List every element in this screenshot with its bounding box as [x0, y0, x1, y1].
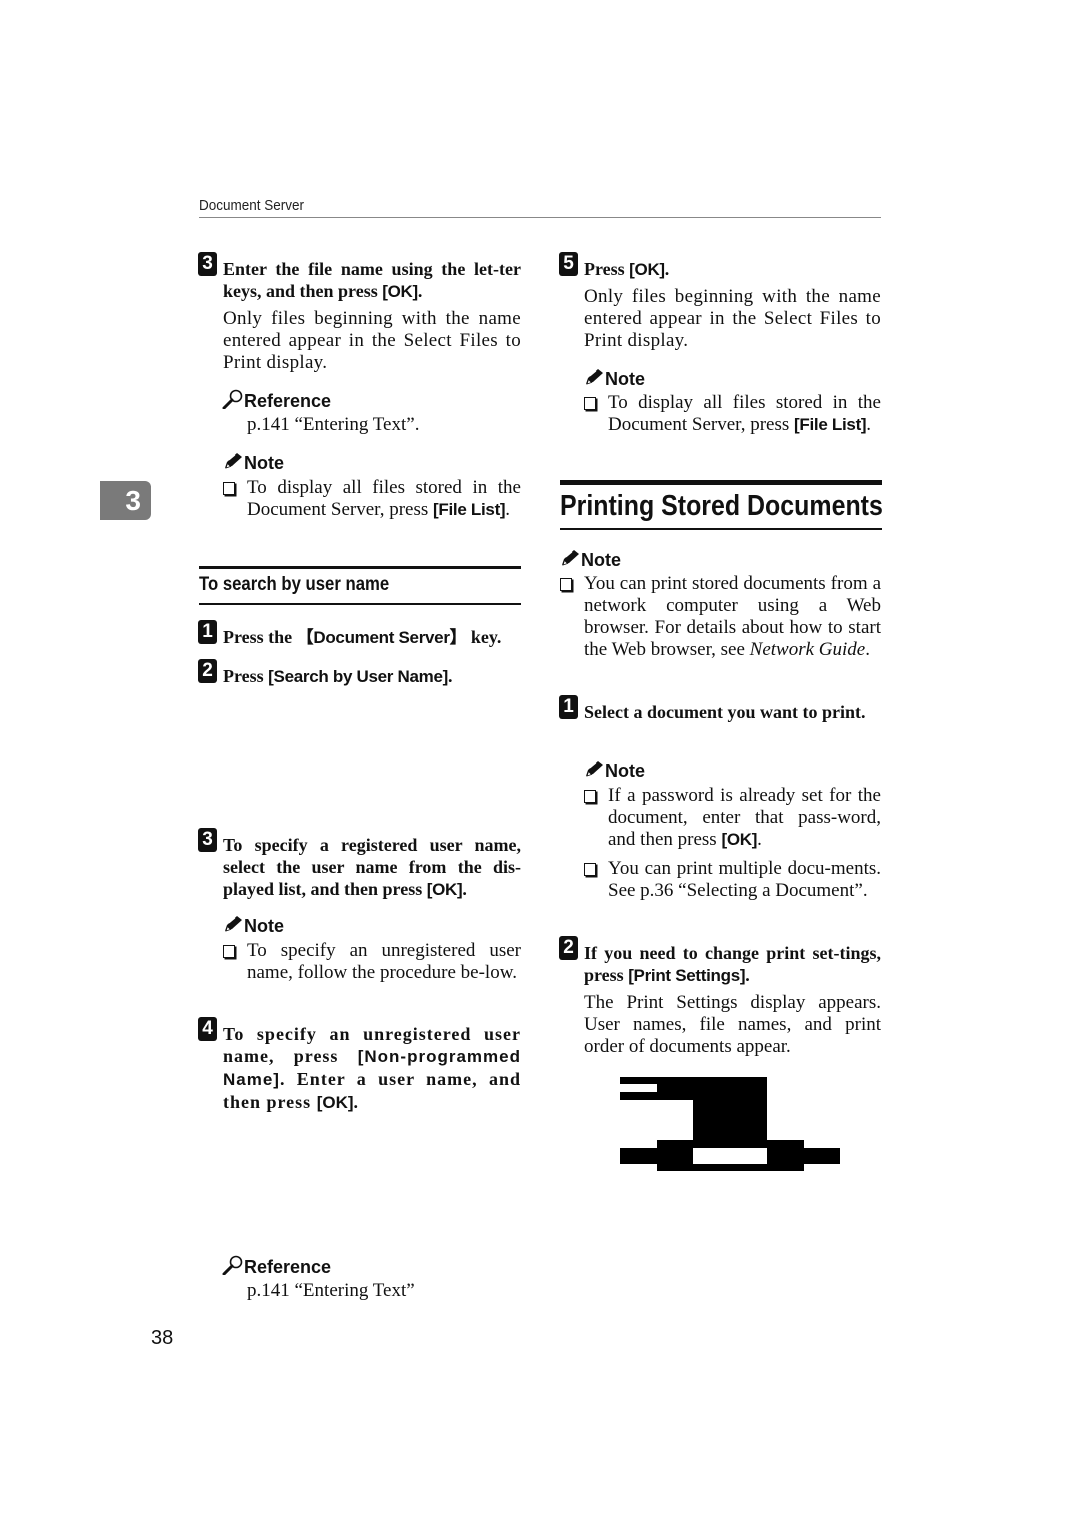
step-number-badge: 3 [198, 828, 217, 852]
reference-link[interactable]: p.141 “Entering Text”. [247, 414, 419, 436]
magnifier-icon [222, 389, 244, 414]
note-bullet: You can print multiple docu-ments. See p… [584, 858, 881, 902]
reference-label-text: Reference [244, 1257, 332, 1277]
running-header: Document Server [199, 197, 305, 214]
checkbox-bullet-icon [584, 863, 596, 876]
note-label-text: Note [244, 916, 284, 936]
note-bullet: If a password is already set for the doc… [584, 785, 881, 851]
step-5-body: Only files beginning with the name enter… [584, 286, 881, 351]
section-top-rule [560, 480, 882, 485]
sub-step-2: 2 Press [Search by User Name]. [198, 659, 521, 688]
section-title: Printing Stored Documents [560, 490, 883, 522]
checkbox-bullet-icon [584, 790, 596, 803]
note-punct: . [505, 499, 511, 520]
step-text: To specify a registered user name, selec… [223, 835, 521, 899]
note-label: Note [583, 759, 645, 784]
file-list-key-label: [File List] [433, 500, 506, 519]
note-label-text: Note [244, 453, 284, 473]
step-number-badge: 2 [559, 936, 578, 960]
note-text: You can print multiple docu-ments. See p… [608, 858, 881, 901]
ok-key-label: [OK] [382, 282, 418, 301]
pencil-icon [583, 759, 605, 784]
step-number-badge: 2 [198, 659, 217, 683]
note-bullet: To display all files stored in the Docum… [223, 477, 521, 521]
pencil-icon [583, 367, 605, 392]
note-label: Note [559, 548, 621, 573]
ok-key-label: [OK] [426, 880, 463, 899]
step-2-body: The Print Settings display appears. User… [584, 992, 881, 1057]
step-punct: . [664, 259, 670, 279]
step-punct: . [745, 965, 750, 985]
sub-step-3: 3 To specify a registered user name, sel… [198, 828, 521, 901]
subsection-bottom-rule [199, 603, 521, 605]
note-label-text: Note [605, 761, 645, 781]
note-text: To specify an unregistered user name, fo… [247, 940, 521, 983]
step-text-after: key. [466, 627, 502, 647]
pencil-icon [222, 451, 244, 476]
checkbox-bullet-icon [584, 397, 596, 410]
note-bullet: To specify an unregistered user name, fo… [223, 940, 521, 984]
subsection-top-rule [199, 566, 521, 569]
step-number-badge: 1 [559, 695, 578, 719]
step-text: Select a document you want to print. [584, 702, 866, 722]
note-label: Note [222, 451, 284, 476]
checkbox-bullet-icon [223, 945, 235, 958]
step-number-badge: 5 [559, 252, 578, 276]
network-guide-reference[interactable]: Network Guide [750, 639, 866, 660]
pencil-icon [559, 548, 581, 573]
figure-gap-top [620, 1084, 657, 1092]
step-punct: . [353, 1092, 360, 1112]
reference-label: Reference [222, 1255, 331, 1280]
step-1-select-document: 1 Select a document you want to print. [559, 695, 881, 723]
reference-label: Reference [222, 389, 331, 414]
print-settings-key-label: [Print Settings] [628, 966, 746, 985]
figure-gap-bottom [693, 1148, 767, 1164]
document-server-key-label: 【Document Server】 [296, 628, 467, 647]
note-label: Note [583, 367, 645, 392]
section-bottom-rule [560, 528, 882, 530]
sub-step-4: 4 To specify an unregistered user name, … [198, 1017, 521, 1114]
note-bullet: You can print stored documents from a ne… [560, 573, 881, 661]
step-number-badge: 4 [198, 1017, 217, 1041]
note-punct: . [865, 639, 870, 660]
page-number: 38 [151, 1327, 174, 1349]
step-number-badge: 1 [198, 620, 217, 644]
header-rule [199, 217, 881, 218]
figure-block-middle [693, 1100, 767, 1140]
subsection-title: To search by user name [199, 574, 390, 595]
note-label: Note [222, 914, 284, 939]
step-text: Enter the file name using the let-ter ke… [223, 259, 521, 301]
search-by-user-name-key-label: [Search by User Name] [268, 667, 449, 686]
ok-key-label: [OK] [721, 830, 758, 849]
sub-step-1: 1 Press the 【Document Server】 key. [198, 620, 521, 649]
reference-label-text: Reference [244, 391, 332, 411]
checkbox-bullet-icon [560, 578, 572, 591]
step-3-body: Only files beginning with the name enter… [223, 308, 521, 373]
step-3-enter-file-name: 3 Enter the file name using the let-ter … [198, 252, 521, 303]
screen-illustration [620, 1077, 840, 1171]
step-2-print-settings: 2 If you need to change print set-tings,… [559, 936, 881, 987]
note-bullet: To display all files stored in the Docum… [584, 392, 881, 436]
chapter-tab: 3 [100, 481, 151, 520]
magnifier-icon [222, 1255, 244, 1280]
step-punct: . [417, 281, 423, 301]
ok-key-label: [OK] [629, 260, 665, 279]
reference-link[interactable]: p.141 “Entering Text” [247, 1280, 415, 1302]
step-punct: . [462, 879, 467, 899]
pencil-icon [222, 914, 244, 939]
note-label-text: Note [605, 369, 645, 389]
note-punct: . [866, 414, 872, 435]
ok-key-label: [OK] [316, 1093, 354, 1112]
step-punct: . [448, 666, 453, 686]
step-5-press-ok: 5 Press [OK]. [559, 252, 881, 281]
note-label-text: Note [581, 550, 621, 570]
checkbox-bullet-icon [223, 482, 235, 495]
file-list-key-label: [File List] [794, 415, 867, 434]
step-text: Press [584, 259, 630, 279]
step-text: Press the [223, 627, 297, 647]
step-number-badge: 3 [198, 252, 217, 276]
step-text: Press [223, 666, 269, 686]
note-punct: . [757, 829, 762, 850]
